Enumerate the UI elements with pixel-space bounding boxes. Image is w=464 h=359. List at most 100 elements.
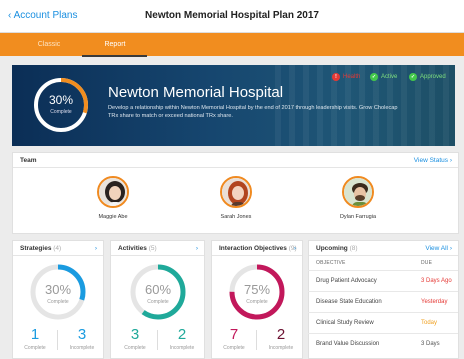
strategies-complete-stat: 1 Complete — [15, 326, 55, 352]
strategies-title: Strategies (4) — [20, 245, 61, 252]
column-header-objective: OBJECTIVE — [316, 260, 346, 266]
view-all-link[interactable]: View All › — [425, 245, 452, 252]
status-active: ✓ Active — [370, 73, 397, 81]
tab-classic[interactable]: Classic — [14, 33, 84, 56]
objectives-incomplete-count: 2 — [276, 326, 286, 343]
strategies-percent: 30% — [44, 282, 72, 297]
objectives-complete-count: 7 — [229, 326, 239, 343]
objectives-complete-label: Complete — [246, 299, 268, 305]
strategies-complete-text: Complete — [24, 345, 46, 351]
upcoming-title: Upcoming (8) — [316, 245, 358, 252]
avatar — [97, 176, 129, 208]
exclamation-icon: ! — [332, 73, 340, 81]
strategies-header: Strategies (4) › — [13, 241, 103, 256]
strategies-ring: 30% Complete — [28, 262, 88, 322]
status-approved-label: Approved — [420, 74, 446, 80]
plan-progress-label: Complete — [50, 109, 72, 115]
activities-incomplete-count: 2 — [177, 326, 187, 343]
member-name: Maggie Abe — [98, 214, 128, 220]
avatar-image — [99, 178, 127, 206]
chevron-right-icon[interactable]: › — [196, 245, 198, 252]
activities-percent: 60% — [144, 282, 172, 297]
activities-complete-text: Complete — [124, 345, 146, 351]
chevron-right-icon[interactable]: › — [95, 245, 97, 252]
strategies-title-text: Strategies — [20, 245, 52, 252]
view-status-link[interactable]: View Status › — [414, 157, 452, 164]
divider — [57, 330, 58, 350]
divider — [157, 330, 158, 350]
activities-count: (5) — [148, 245, 157, 252]
plan-description: Develop a relationship within Newton Mem… — [108, 105, 398, 119]
avatar — [220, 176, 252, 208]
check-icon: ✓ — [370, 73, 378, 81]
avatar-image — [222, 178, 250, 206]
activities-complete-label: Complete — [147, 299, 169, 305]
activities-incomplete-text: Incomplete — [169, 345, 195, 351]
activities-header: Activities (5) › — [111, 241, 204, 256]
objectives-title-text: Interaction Objectives — [219, 245, 287, 252]
tab-bar: Classic Report — [0, 33, 464, 56]
check-icon: ✓ — [409, 73, 417, 81]
objectives-incomplete-stat: 2 Incomplete — [261, 326, 301, 352]
status-approved: ✓ Approved — [409, 73, 446, 81]
upcoming-objective: Disease State Education — [316, 299, 382, 305]
team-member[interactable]: Dylan Farrugia — [318, 176, 398, 220]
strategies-complete-label: Complete — [47, 299, 69, 305]
chevron-right-icon[interactable]: › — [294, 245, 296, 252]
strategies-complete-count: 1 — [30, 326, 40, 343]
activities-ring: 60% Complete — [128, 262, 188, 322]
team-member[interactable]: Maggie Abe — [73, 176, 153, 220]
navbar: ‹ Account Plans Newton Memorial Hospital… — [0, 0, 464, 33]
upcoming-row[interactable]: Drug Patient Advocacy 3 Days Ago — [308, 270, 458, 291]
strategies-count: (4) — [53, 245, 62, 252]
objectives-complete-text: Complete — [223, 345, 245, 351]
upcoming-row[interactable]: Clinical Study Review Today — [308, 312, 458, 333]
objectives-title: Interaction Objectives (9) — [219, 245, 297, 252]
view-status-label: View Status — [413, 157, 449, 164]
upcoming-header: Upcoming (8) View All › — [309, 241, 458, 256]
objectives-complete-stat: 7 Complete — [214, 326, 254, 352]
activities-title-text: Activities — [118, 245, 147, 252]
strategies-incomplete-count: 3 — [77, 326, 87, 343]
upcoming-due: 3 Days Ago — [421, 278, 452, 284]
status-active-label: Active — [381, 74, 398, 80]
activities-complete-stat: 3 Complete — [115, 326, 155, 352]
objectives-ring: 75% Complete — [227, 262, 287, 322]
active-tab-indicator — [82, 55, 147, 57]
plan-progress-percent: 30% — [48, 93, 74, 107]
upcoming-row[interactable]: Brand Value Discussion 3 Days — [308, 333, 458, 354]
team-card-header: Team View Status › — [13, 153, 458, 168]
strategies-incomplete-text: Incomplete — [69, 345, 95, 351]
avatar-image — [344, 178, 372, 206]
plan-title: Newton Memorial Hospital — [108, 84, 284, 101]
upcoming-row[interactable]: Disease State Education Yesterday — [308, 291, 458, 312]
upcoming-objective: Drug Patient Advocacy — [316, 278, 377, 284]
upcoming-title-text: Upcoming — [316, 245, 348, 252]
back-button[interactable]: ‹ Account Plans — [8, 10, 78, 21]
upcoming-objective: Clinical Study Review — [316, 320, 374, 326]
back-label: Account Plans — [13, 10, 78, 21]
plan-banner: 30% Complete Newton Memorial Hospital De… — [12, 65, 455, 146]
status-health-label: Health — [343, 74, 361, 80]
activities-incomplete-stat: 2 Incomplete — [162, 326, 202, 352]
status-health: ! Health — [332, 73, 360, 81]
upcoming-objective: Brand Value Discussion — [316, 341, 380, 347]
activities-title: Activities (5) — [118, 245, 157, 252]
activities-complete-count: 3 — [130, 326, 140, 343]
tab-report[interactable]: Report — [80, 33, 150, 56]
upcoming-due: Yesterday — [421, 299, 448, 305]
column-header-due: DUE — [421, 260, 433, 266]
objectives-header: Interaction Objectives (9) › — [212, 241, 302, 256]
divider — [256, 330, 257, 350]
avatar — [342, 176, 374, 208]
upcoming-due: 3 Days — [421, 341, 440, 347]
view-all-label: View All — [425, 245, 449, 252]
upcoming-due: Today — [421, 320, 438, 326]
team-title: Team — [20, 157, 37, 164]
upcoming-count: (8) — [349, 245, 358, 252]
objectives-incomplete-text: Incomplete — [268, 345, 294, 351]
member-name: Sarah Jones — [220, 214, 252, 220]
objectives-percent: 75% — [243, 282, 271, 297]
strategies-incomplete-stat: 3 Incomplete — [62, 326, 102, 352]
team-member[interactable]: Sarah Jones — [196, 176, 276, 220]
